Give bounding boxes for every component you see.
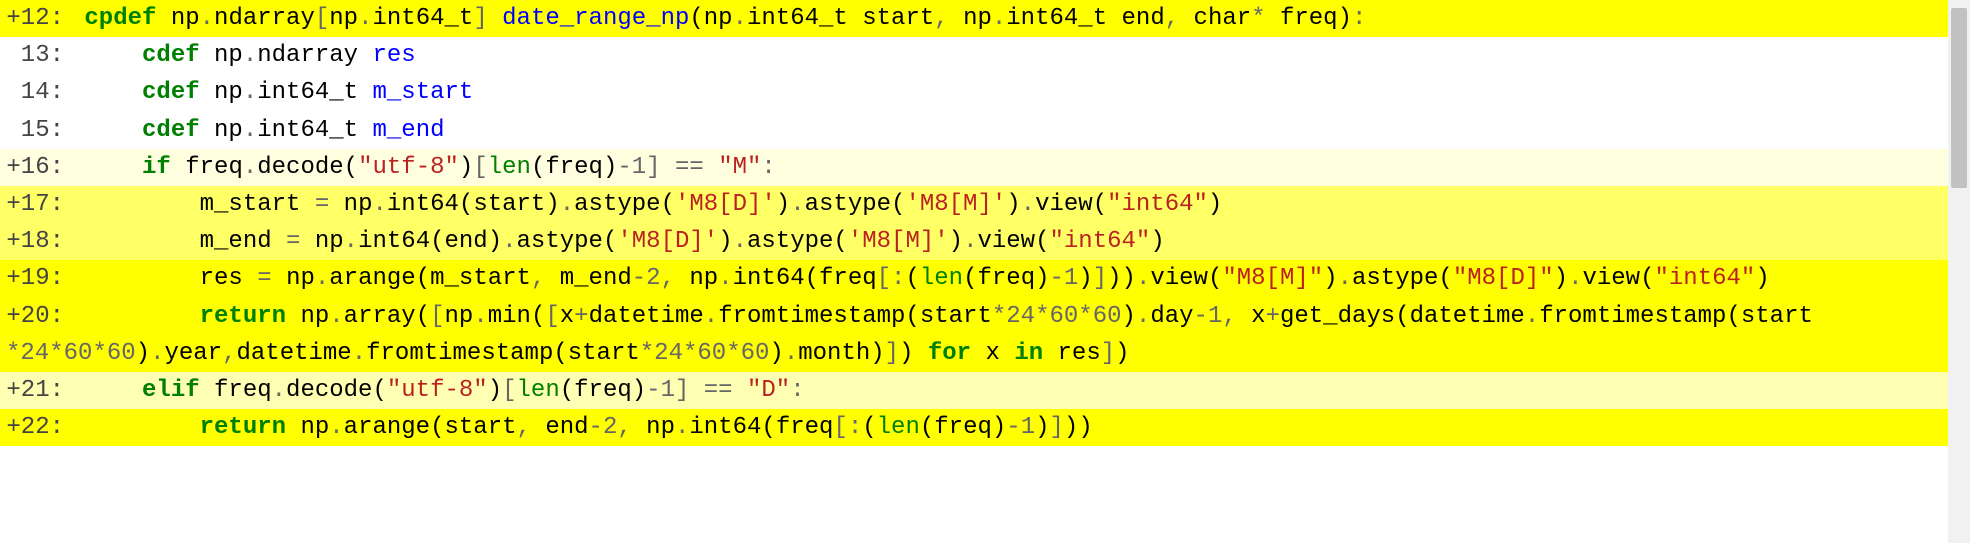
vertical-scrollbar[interactable] <box>1948 0 1970 543</box>
code-line: 15: cdef np.int64_t m_end <box>0 112 1948 149</box>
keyword: for <box>928 340 971 367</box>
keyword: if <box>142 154 171 181</box>
keyword: in <box>1014 340 1043 367</box>
code-line: +19: res = np.arange(m_start, m_end-2, n… <box>0 260 1948 297</box>
keyword: return <box>200 303 286 330</box>
code-line-wrap: *24*60*60).year,datetime.fromtimestamp(s… <box>0 335 1948 372</box>
line-gutter: 14: <box>6 74 70 111</box>
code-line: +16: if freq.decode("utf-8")[len(freq)-1… <box>0 149 1948 186</box>
line-gutter: 15: <box>6 112 70 149</box>
code-line: +17: m_start = np.int64(start).astype('M… <box>0 186 1948 223</box>
line-gutter: +12: <box>6 0 70 37</box>
line-gutter: +20: <box>6 298 70 335</box>
code-line: 14: cdef np.int64_t m_start <box>0 74 1948 111</box>
keyword: cpdef <box>84 5 156 32</box>
line-gutter: +16: <box>6 149 70 186</box>
code-line: +18: m_end = np.int64(end).astype('M8[D]… <box>0 223 1948 260</box>
line-gutter: +19: <box>6 260 70 297</box>
keyword: cdef <box>142 42 200 69</box>
line-gutter: 13: <box>6 37 70 74</box>
keyword: cdef <box>142 79 200 106</box>
function-name: date_range_np <box>502 5 689 32</box>
line-gutter: +17: <box>6 186 70 223</box>
keyword: elif <box>142 377 200 404</box>
code-line: 13: cdef np.ndarray res <box>0 37 1948 74</box>
code-line: +20: return np.array([np.min([x+datetime… <box>0 298 1948 335</box>
line-gutter: +21: <box>6 372 70 409</box>
code-line: +22: return np.arange(start, end-2, np.i… <box>0 409 1948 446</box>
line-gutter: +22: <box>6 409 70 446</box>
scrollbar-thumb[interactable] <box>1951 8 1967 188</box>
code-line: +12: cpdef np.ndarray[np.int64_t] date_r… <box>0 0 1948 37</box>
code-line: +21: elif freq.decode("utf-8")[len(freq)… <box>0 372 1948 409</box>
cython-annotated-code: +12: cpdef np.ndarray[np.int64_t] date_r… <box>0 0 1948 446</box>
code-viewport: +12: cpdef np.ndarray[np.int64_t] date_r… <box>0 0 1970 543</box>
line-gutter: +18: <box>6 223 70 260</box>
keyword: return <box>200 414 286 441</box>
keyword: cdef <box>142 117 200 144</box>
